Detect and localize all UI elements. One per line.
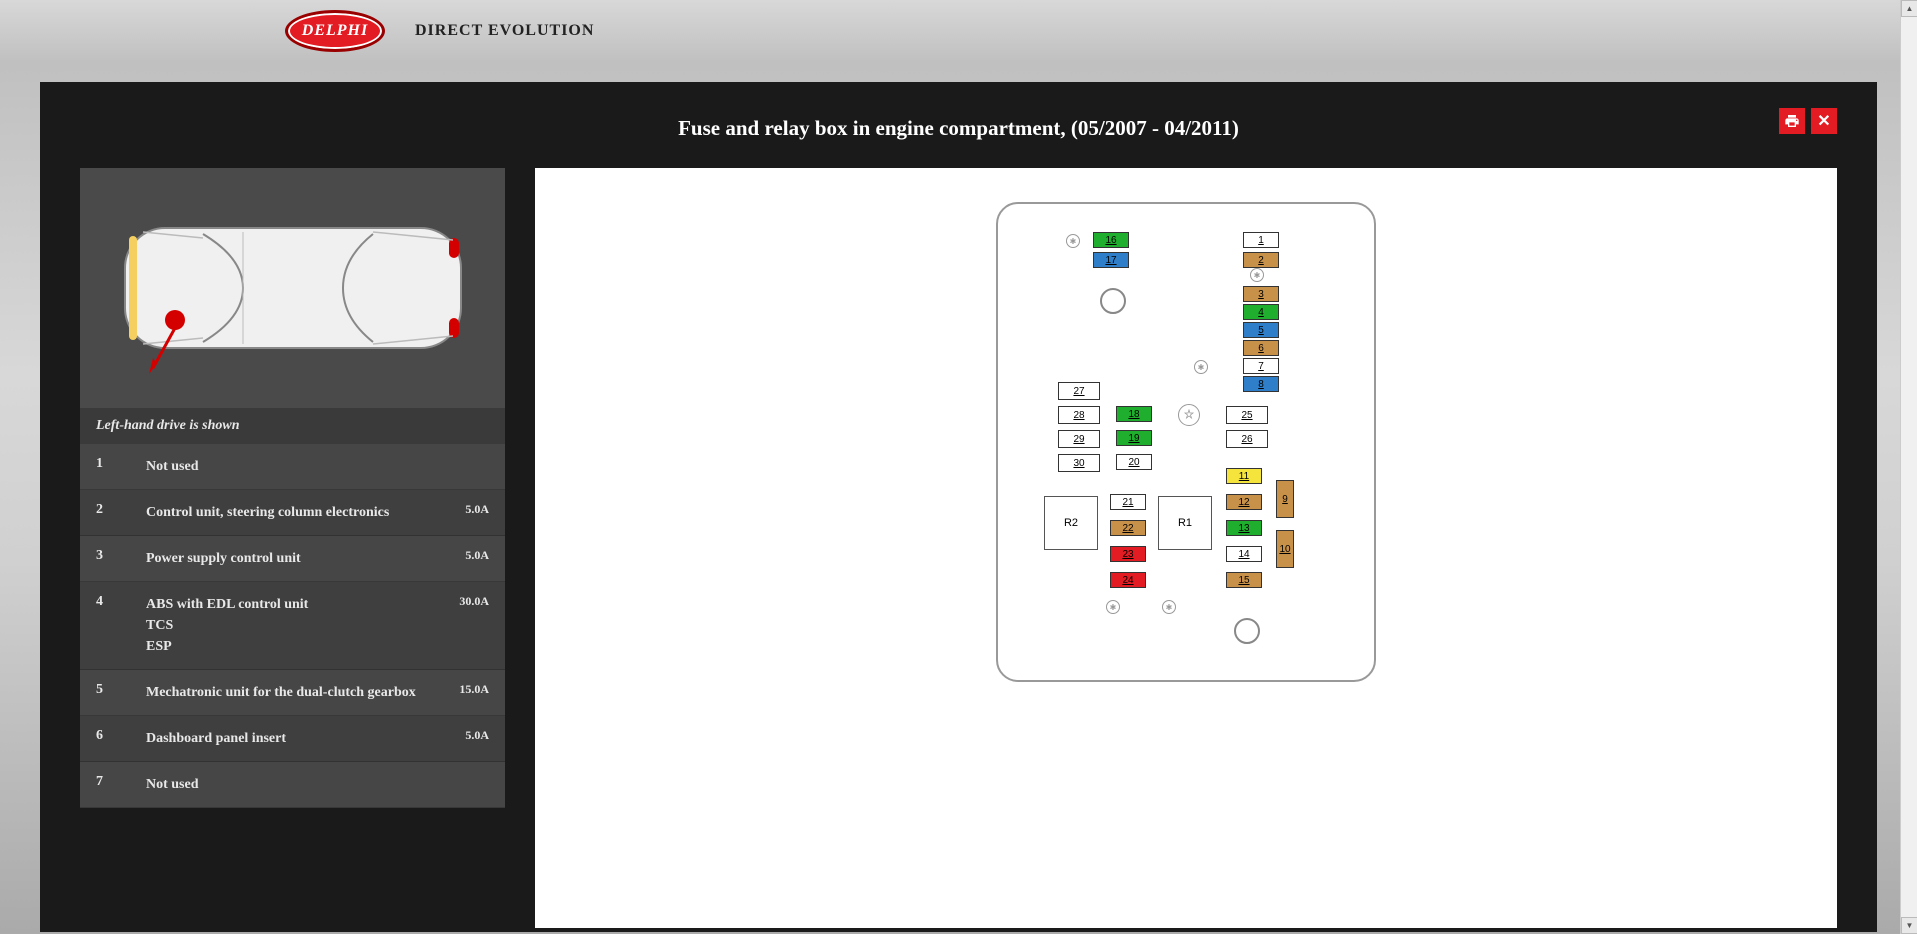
- fuse-slot-1[interactable]: 1: [1243, 232, 1279, 248]
- fuse-description: Not used: [146, 456, 434, 477]
- screw-icon: [1106, 600, 1120, 614]
- fuse-slot-21[interactable]: 21: [1110, 494, 1146, 510]
- fuse-number: 3: [96, 548, 146, 564]
- fuse-slot-8[interactable]: 8: [1243, 376, 1279, 392]
- screw-icon: [1066, 234, 1080, 248]
- scroll-down-button[interactable]: ▼: [1901, 917, 1917, 934]
- fuse-slot-13[interactable]: 13: [1226, 520, 1262, 536]
- fuse-slot-18[interactable]: 18: [1116, 406, 1152, 422]
- fuse-slot-14[interactable]: 14: [1226, 546, 1262, 562]
- fuse-slot-6[interactable]: 6: [1243, 340, 1279, 356]
- fuse-table-row[interactable]: 2Control unit, steering column electroni…: [80, 490, 505, 536]
- fuse-description: Control unit, steering column electronic…: [146, 502, 434, 523]
- fuse-slot-12[interactable]: 12: [1226, 494, 1262, 510]
- fuse-number: 2: [96, 502, 146, 518]
- screw-icon: [1234, 618, 1260, 644]
- fuse-slot-5[interactable]: 5: [1243, 322, 1279, 338]
- fusebox-diagram-panel: R2 R1 1617123456782728293018192025261112…: [535, 168, 1837, 928]
- screw-icon: [1194, 360, 1208, 374]
- fuse-amperage: 15.0A: [434, 682, 489, 697]
- fuse-slot-16[interactable]: 16: [1093, 232, 1129, 248]
- print-button[interactable]: [1779, 108, 1805, 134]
- fuse-slot-4[interactable]: 4: [1243, 304, 1279, 320]
- scroll-up-button[interactable]: ▲: [1901, 0, 1917, 17]
- fuse-slot-2[interactable]: 2: [1243, 252, 1279, 268]
- fuse-slot-9[interactable]: 9: [1276, 480, 1294, 518]
- fuse-slot-7[interactable]: 7: [1243, 358, 1279, 374]
- fuse-amperage: 5.0A: [434, 502, 489, 517]
- fuse-slot-29[interactable]: 29: [1058, 430, 1100, 448]
- fuse-amperage: 5.0A: [434, 548, 489, 563]
- fuse-slot-3[interactable]: 3: [1243, 286, 1279, 302]
- fuse-description: Dashboard panel insert: [146, 728, 434, 749]
- fuse-slot-15[interactable]: 15: [1226, 572, 1262, 588]
- fuse-slot-27[interactable]: 27: [1058, 382, 1100, 400]
- fuse-number: 5: [96, 682, 146, 698]
- brand-logo: DELPHI: [285, 10, 385, 52]
- fuse-amperage: 30.0A: [434, 594, 489, 609]
- fuse-list[interactable]: 1Not used2Control unit, steering column …: [80, 444, 505, 928]
- fuse-number: 7: [96, 774, 146, 790]
- fuse-description: Power supply control unit: [146, 548, 434, 569]
- fuse-slot-25[interactable]: 25: [1226, 406, 1268, 424]
- fuse-table-row[interactable]: 7Not used: [80, 762, 505, 808]
- fuse-description: ABS with EDL control unitTCSESP: [146, 594, 434, 657]
- fuse-slot-24[interactable]: 24: [1110, 572, 1146, 588]
- fuse-description: Mechatronic unit for the dual-clutch gea…: [146, 682, 434, 703]
- fuse-table-row[interactable]: 3Power supply control unit5.0A: [80, 536, 505, 582]
- fuse-slot-20[interactable]: 20: [1116, 454, 1152, 470]
- fuse-number: 6: [96, 728, 146, 744]
- diagram-note: Left-hand drive is shown: [80, 408, 505, 444]
- product-name: DIRECT EVOLUTION: [415, 22, 594, 40]
- fuse-slot-30[interactable]: 30: [1058, 454, 1100, 472]
- relay-r2[interactable]: R2: [1044, 496, 1098, 550]
- screw-icon: [1162, 600, 1176, 614]
- page-title: Fuse and relay box in engine compartment…: [678, 116, 1239, 141]
- fuse-slot-22[interactable]: 22: [1110, 520, 1146, 536]
- fuse-slot-26[interactable]: 26: [1226, 430, 1268, 448]
- screw-icon: [1100, 288, 1126, 314]
- fuse-table-row[interactable]: 6Dashboard panel insert5.0A: [80, 716, 505, 762]
- fuse-table-row[interactable]: 1Not used: [80, 444, 505, 490]
- fuse-description: Not used: [146, 774, 434, 795]
- fuse-slot-23[interactable]: 23: [1110, 546, 1146, 562]
- screw-icon: [1250, 268, 1264, 282]
- fuse-slot-19[interactable]: 19: [1116, 430, 1152, 446]
- relay-r1[interactable]: R1: [1158, 496, 1212, 550]
- fuse-slot-28[interactable]: 28: [1058, 406, 1100, 424]
- location-diagram: [80, 168, 505, 408]
- vertical-scrollbar[interactable]: ▲ ▼: [1900, 0, 1917, 934]
- fuse-slot-17[interactable]: 17: [1093, 252, 1129, 268]
- fuse-table-row[interactable]: 5Mechatronic unit for the dual-clutch ge…: [80, 670, 505, 716]
- fuse-number: 1: [96, 456, 146, 472]
- fuse-amperage: 5.0A: [434, 728, 489, 743]
- star-screw-icon: [1178, 404, 1200, 426]
- close-button[interactable]: ✕: [1811, 108, 1837, 134]
- fuse-slot-11[interactable]: 11: [1226, 468, 1262, 484]
- fuse-number: 4: [96, 594, 146, 610]
- fuse-slot-10[interactable]: 10: [1276, 530, 1294, 568]
- fuse-table-row[interactable]: 4ABS with EDL control unitTCSESP30.0A: [80, 582, 505, 670]
